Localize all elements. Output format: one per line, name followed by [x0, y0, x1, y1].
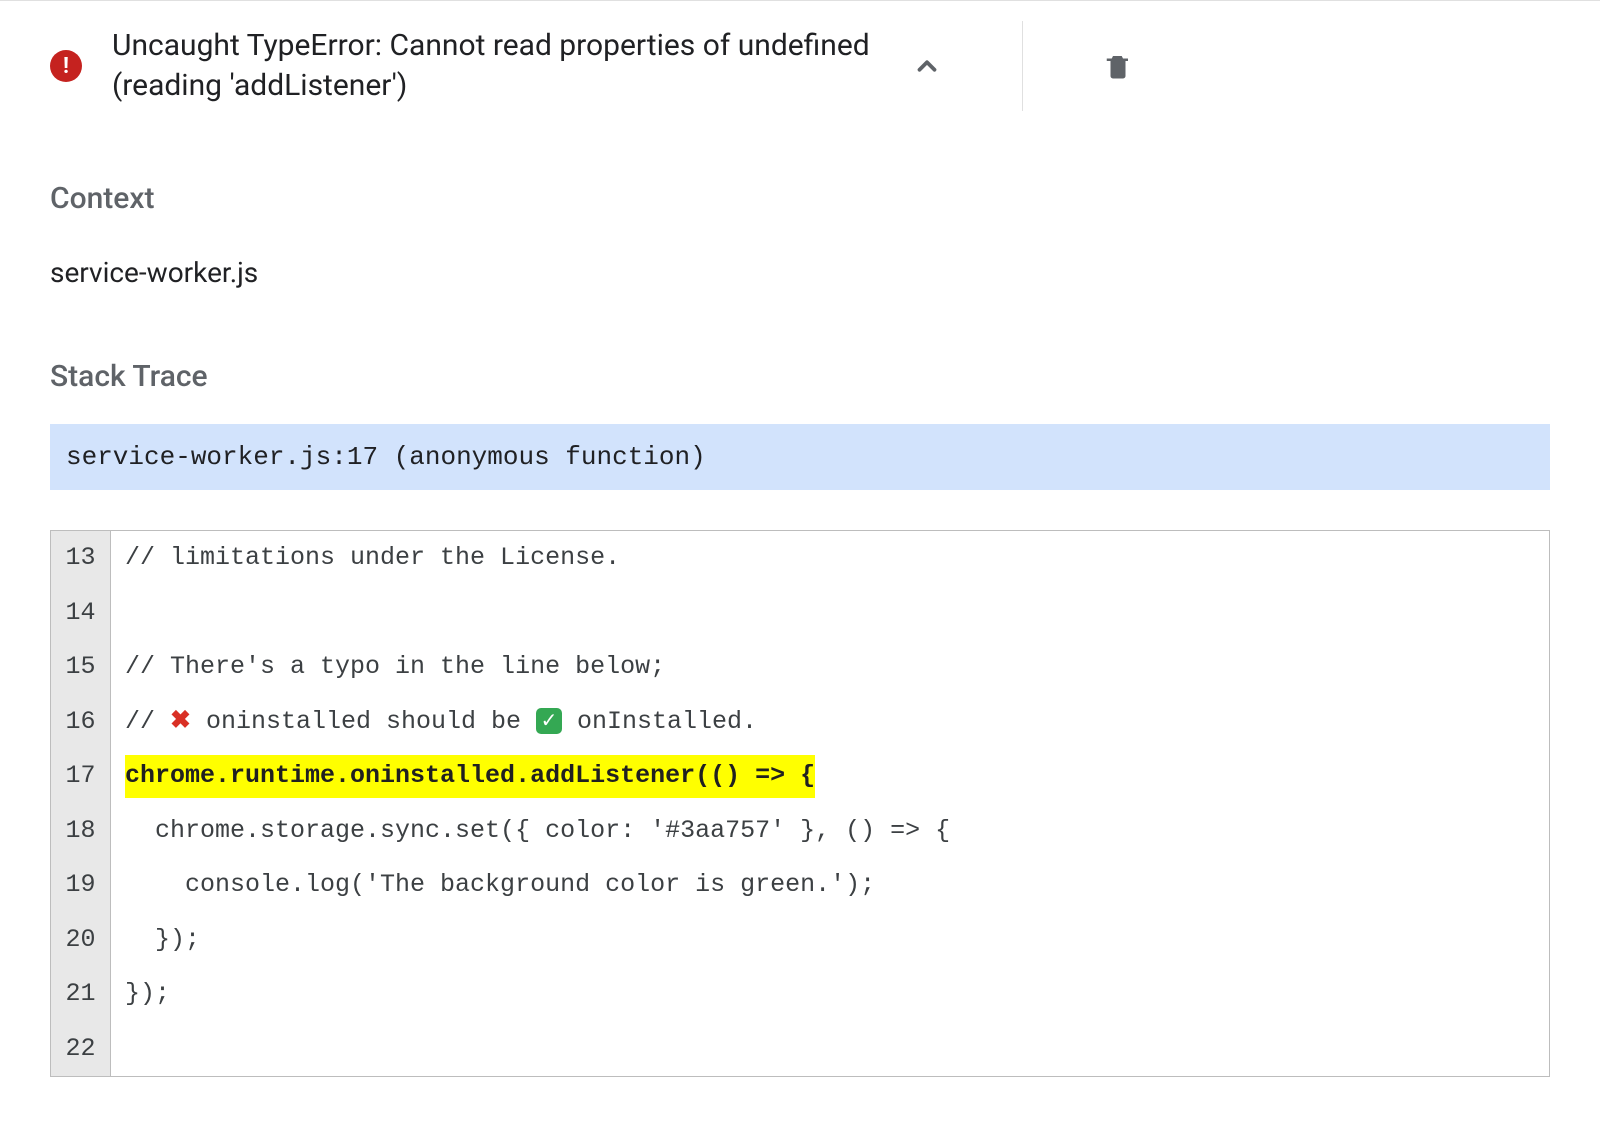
code-text: }); [111, 913, 1549, 968]
context-file: service-worker.js [50, 256, 1550, 289]
code-text: }); [111, 967, 1549, 1022]
comment-prefix: // [125, 707, 170, 736]
code-text: console.log('The background color is gre… [111, 858, 1549, 913]
code-text: chrome.runtime.oninstalled.addListener((… [111, 749, 1549, 804]
line-number: 16 [51, 695, 111, 750]
code-line: 16 // ✖ oninstalled should be ✓ onInstal… [51, 695, 1549, 750]
code-line-highlighted: 17 chrome.runtime.oninstalled.addListene… [51, 749, 1549, 804]
code-line: 20 }); [51, 913, 1549, 968]
line-number: 22 [51, 1022, 111, 1077]
code-line: 13 // limitations under the License. [51, 531, 1549, 586]
code-line: 21 }); [51, 967, 1549, 1022]
code-line: 19 console.log('The background color is … [51, 858, 1549, 913]
code-text: chrome.storage.sync.set({ color: '#3aa75… [111, 804, 1549, 859]
line-number: 18 [51, 804, 111, 859]
vertical-divider [1022, 21, 1023, 111]
line-number: 13 [51, 531, 111, 586]
comment-mid1: oninstalled should be [191, 707, 536, 736]
line-number: 19 [51, 858, 111, 913]
context-heading: Context [50, 181, 1550, 216]
stack-trace-heading: Stack Trace [50, 359, 1550, 394]
comment-mid2: onInstalled. [562, 707, 757, 736]
error-panel: ! Uncaught TypeError: Cannot read proper… [0, 0, 1600, 1077]
code-line: 14 [51, 586, 1549, 641]
line-number: 21 [51, 967, 111, 1022]
code-text [111, 1022, 1549, 1077]
line-number: 20 [51, 913, 111, 968]
code-line: 18 chrome.storage.sync.set({ color: '#3a… [51, 804, 1549, 859]
code-line: 22 [51, 1022, 1549, 1077]
delete-button[interactable] [1103, 49, 1133, 83]
line-number: 14 [51, 586, 111, 641]
cross-mark-icon: ✖ [170, 707, 191, 736]
header-actions [912, 21, 1163, 111]
code-text: // limitations under the License. [111, 531, 1549, 586]
error-icon: ! [50, 50, 82, 82]
error-title: Uncaught TypeError: Cannot read properti… [112, 26, 912, 107]
code-text [111, 586, 1549, 641]
line-number: 15 [51, 640, 111, 695]
highlighted-span: chrome.runtime.oninstalled.addListener((… [125, 755, 815, 798]
code-snippet: 13 // limitations under the License. 14 … [50, 530, 1550, 1077]
error-badge-glyph: ! [63, 54, 69, 79]
trash-icon [1103, 49, 1133, 83]
code-text: // ✖ oninstalled should be ✓ onInstalled… [111, 695, 1549, 750]
collapse-button[interactable] [912, 51, 942, 81]
chevron-up-icon [912, 51, 942, 81]
code-text: // There's a typo in the line below; [111, 640, 1549, 695]
check-mark-icon: ✓ [536, 708, 562, 734]
error-header: ! Uncaught TypeError: Cannot read proper… [0, 0, 1600, 141]
stack-trace-section: Stack Trace service-worker.js:17 (anonym… [0, 319, 1600, 530]
line-number: 17 [51, 749, 111, 804]
code-line: 15 // There's a typo in the line below; [51, 640, 1549, 695]
context-section: Context service-worker.js [0, 141, 1600, 319]
stack-frame[interactable]: service-worker.js:17 (anonymous function… [50, 424, 1550, 490]
